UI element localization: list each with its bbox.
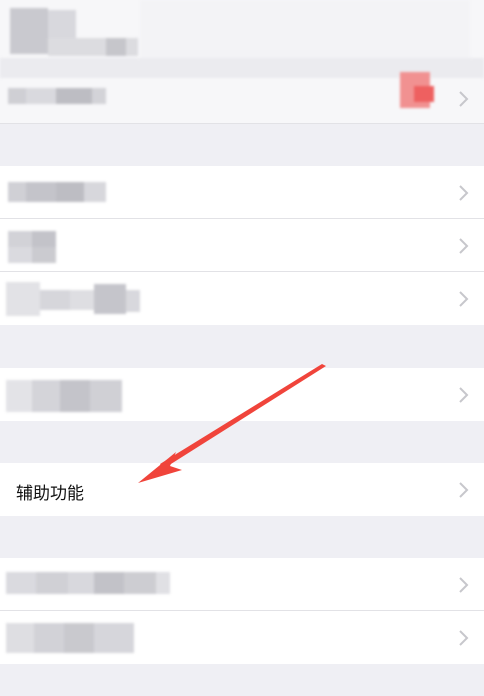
blurred-label	[6, 280, 146, 320]
chevron-right-icon	[458, 184, 470, 202]
blurred-label	[6, 568, 176, 602]
settings-row-6[interactable]	[0, 611, 484, 664]
blurred-label	[8, 182, 108, 204]
settings-row-2[interactable]	[0, 219, 484, 272]
settings-row-accessibility[interactable]: 辅助功能	[0, 463, 484, 516]
blurred-profile-content	[0, 0, 484, 124]
blurred-label	[6, 374, 136, 418]
settings-row-5[interactable]	[0, 558, 484, 611]
chevron-right-icon	[458, 290, 470, 308]
blurred-label	[6, 619, 146, 659]
settings-row-3[interactable]	[0, 272, 484, 325]
chevron-right-icon	[458, 386, 470, 404]
accessibility-label: 辅助功能	[16, 484, 84, 504]
settings-row-1[interactable]	[0, 166, 484, 219]
chevron-right-icon	[458, 481, 470, 499]
settings-row-4[interactable]	[0, 368, 484, 421]
blurred-label	[8, 231, 60, 263]
profile-header[interactable]	[0, 0, 484, 124]
settings-screen: 辅助功能	[0, 0, 484, 696]
chevron-right-icon	[458, 237, 470, 255]
chevron-right-icon	[458, 576, 470, 594]
chevron-right-icon	[458, 629, 470, 647]
chevron-right-icon	[458, 90, 470, 108]
